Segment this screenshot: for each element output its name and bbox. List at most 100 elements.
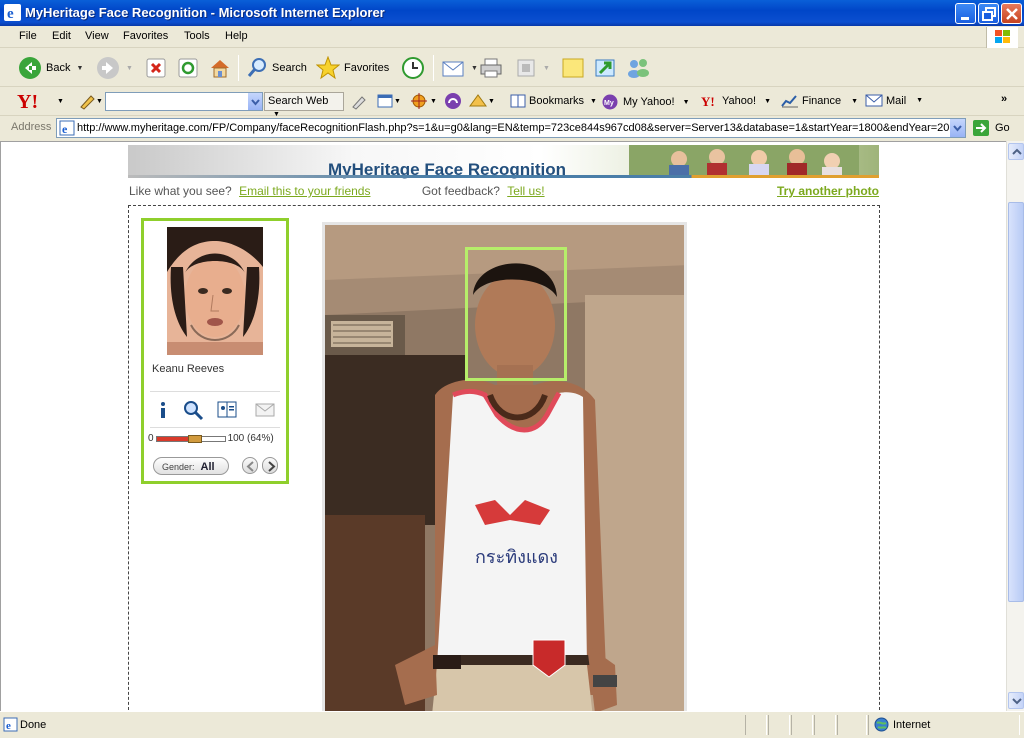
svg-text:My: My (604, 100, 614, 107)
yahoo-logo-button[interactable]: Y! ▼ (17, 91, 64, 111)
mail-button-yahoo[interactable]: Mail ▼ (865, 94, 923, 107)
chevron-down-icon[interactable]: ▼ (126, 65, 133, 72)
address-dropdown-arrow[interactable] (950, 119, 965, 137)
chevron-down-icon[interactable]: ▼ (96, 98, 103, 105)
toolbar-overflow-chevron[interactable]: » (1001, 93, 1007, 105)
chevron-down-icon[interactable]: ▼ (471, 65, 478, 72)
headphones-icon (445, 93, 461, 109)
svg-text:Y!: Y! (701, 94, 715, 108)
refresh-button[interactable] (178, 49, 198, 87)
mail-button[interactable]: ▼ (441, 49, 478, 87)
print-button[interactable] (479, 49, 503, 87)
chevron-down-icon (953, 125, 962, 132)
magnify-icon[interactable] (182, 399, 204, 421)
email-icon[interactable] (254, 399, 276, 421)
my-yahoo-button[interactable]: My My Yahoo! ▼ (602, 94, 690, 110)
next-match-button[interactable] (262, 457, 278, 474)
restore-icon (982, 7, 996, 21)
minimize-button[interactable] (955, 3, 976, 24)
chevron-down-icon[interactable]: ▼ (394, 98, 401, 105)
highlighter-button[interactable]: ▼ (78, 92, 103, 110)
search-button[interactable]: Search (246, 49, 307, 87)
history-icon (402, 57, 424, 79)
window-button[interactable]: ▼ (376, 92, 401, 110)
slider-track[interactable] (155, 434, 226, 443)
chevron-down-icon: ▼ (851, 97, 859, 105)
favorites-button[interactable]: Favorites (316, 49, 389, 87)
status-pane (768, 715, 790, 735)
menu-file[interactable]: File (19, 30, 37, 42)
windows-logo (986, 27, 1018, 48)
slider-handle[interactable] (187, 434, 202, 443)
page-done-icon: e (3, 717, 18, 732)
vertical-scrollbar[interactable] (1006, 141, 1024, 711)
pen-button[interactable] (350, 92, 368, 110)
history-button[interactable] (401, 49, 425, 87)
menu-favorites[interactable]: Favorites (123, 30, 168, 42)
messenger-button[interactable] (594, 49, 618, 87)
scroll-up-button[interactable] (1008, 143, 1024, 160)
try-another-photo-link[interactable]: Try another photo (777, 184, 879, 198)
bookmarks-button[interactable]: Bookmarks ▼ (510, 94, 597, 108)
chevron-down-icon[interactable]: ▼ (543, 65, 550, 72)
chevron-down-icon: ▼ (916, 97, 924, 104)
svg-text:Y!: Y! (17, 91, 38, 111)
alert-button[interactable]: ▼ (468, 92, 495, 110)
menu-help[interactable]: Help (225, 30, 248, 42)
chart-icon (781, 95, 798, 108)
chevron-down-icon[interactable]: ▼ (488, 98, 495, 105)
search-web-label: Search Web (268, 95, 329, 107)
stop-button[interactable] (146, 49, 166, 87)
contacts-button[interactable] (626, 49, 652, 87)
yahoo-button[interactable]: Y! Yahoo! ▼ (701, 94, 771, 108)
close-icon (1006, 8, 1018, 20)
yahoo-search-input[interactable] (105, 92, 263, 111)
menu-edit[interactable]: Edit (52, 30, 71, 42)
close-button[interactable] (1001, 3, 1022, 24)
notes-button[interactable] (561, 49, 585, 87)
go-arrow-icon (973, 120, 989, 136)
status-pane (745, 715, 767, 735)
card-divider (150, 427, 280, 428)
svg-text:e: e (6, 720, 11, 732)
album-icon[interactable] (216, 399, 238, 421)
arrow-right-icon (268, 461, 276, 472)
info-icon[interactable] (152, 399, 174, 421)
star-icon (316, 56, 340, 80)
forward-button[interactable]: ▼ (96, 49, 133, 87)
banner-underline (128, 175, 879, 178)
home-button[interactable] (209, 49, 231, 87)
match-portrait[interactable] (167, 227, 263, 355)
antispy-button[interactable]: ▼ (410, 92, 437, 110)
chevron-down-icon[interactable]: ▼ (57, 98, 64, 105)
search-web-button[interactable]: Search Web ▼ (264, 92, 344, 118)
face-detection-box[interactable] (465, 247, 567, 381)
menu-tools[interactable]: Tools (184, 30, 210, 42)
scroll-down-button[interactable] (1008, 692, 1024, 709)
finance-button[interactable]: Finance ▼ (781, 94, 858, 108)
scroll-thumb[interactable] (1008, 202, 1024, 602)
email-link[interactable]: Email this to your friends (239, 184, 370, 198)
restore-button[interactable] (978, 3, 999, 24)
menu-view[interactable]: View (85, 30, 109, 42)
chevron-down-icon[interactable]: ▼ (76, 65, 83, 72)
edit-button[interactable]: ▼ (515, 49, 550, 87)
arrow-up-icon (1012, 148, 1022, 155)
tell-us-link[interactable]: Tell us! (507, 184, 544, 198)
address-input[interactable]: e http://www.myheritage.com/FP/Company/f… (56, 118, 966, 138)
finance-label: Finance (802, 95, 842, 107)
go-button[interactable]: Go (972, 119, 1010, 137)
my-yahoo-icon: My (602, 94, 618, 110)
search-dropdown-arrow[interactable] (247, 93, 262, 110)
previous-match-button[interactable] (242, 457, 258, 474)
chevron-down-icon: ▼ (764, 97, 771, 105)
back-button[interactable]: Back ▼ (18, 49, 83, 87)
chevron-down-icon[interactable]: ▼ (430, 98, 437, 105)
status-pane (791, 715, 813, 735)
yahoo-small-icon: Y! (701, 94, 715, 108)
match-slider[interactable]: 0 100 (64%) (148, 433, 274, 444)
chevron-down-icon: ▼ (682, 98, 690, 106)
gender-filter[interactable]: Gender: All (153, 457, 229, 475)
uploaded-photo: กระทิงแดง (322, 222, 687, 711)
music-button[interactable] (444, 92, 462, 110)
